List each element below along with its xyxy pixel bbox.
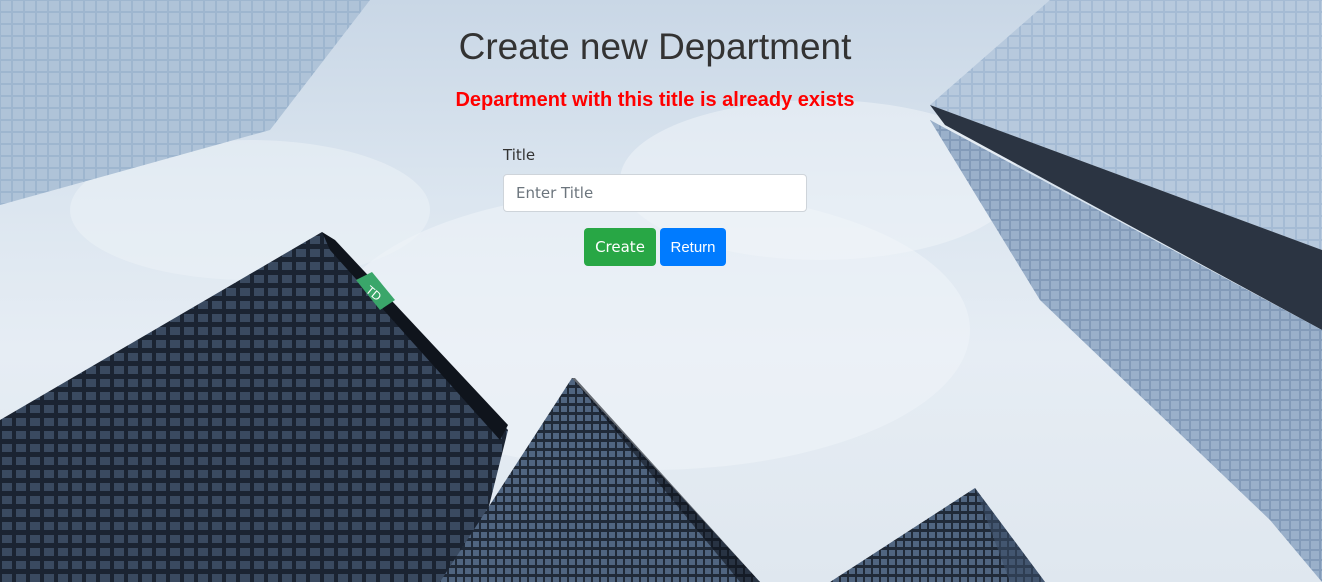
- title-label: Title: [503, 146, 536, 164]
- title-input[interactable]: [503, 174, 807, 212]
- error-message: Department with this title is already ex…: [455, 89, 855, 111]
- create-department-page: Create new Department Department with th…: [0, 0, 1322, 582]
- return-button[interactable]: Return: [660, 228, 726, 266]
- page-title: Create new Department: [458, 26, 852, 67]
- create-button[interactable]: Create: [584, 228, 656, 266]
